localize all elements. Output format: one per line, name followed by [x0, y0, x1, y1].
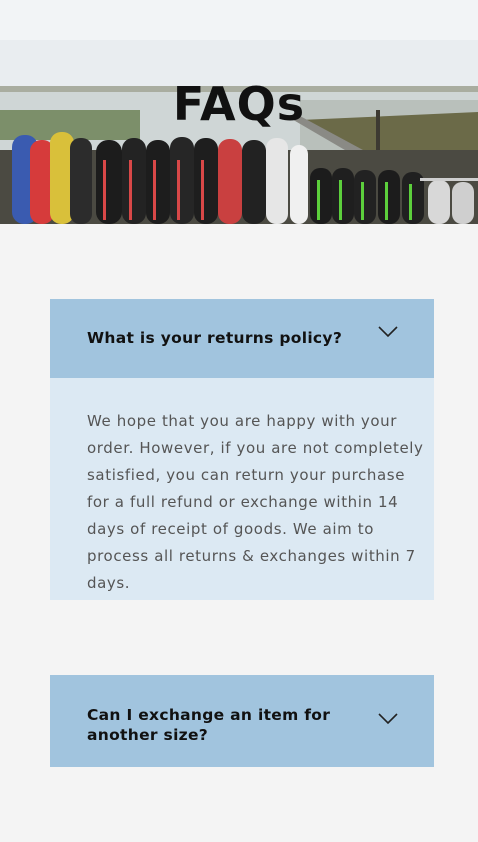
chevron-down-icon[interactable]	[378, 713, 398, 725]
faq-item-returns-policy: What is your returns policy? We hope tha…	[50, 299, 434, 600]
chevron-down-icon[interactable]	[378, 326, 398, 338]
faq-question-toggle[interactable]: Can I exchange an item for another size?	[50, 675, 434, 767]
page-title: FAQs	[172, 77, 306, 131]
faq-answer-text: We hope that you are happy with your ord…	[87, 412, 424, 592]
faq-question-text: What is your returns policy?	[87, 329, 343, 347]
hero-banner: FAQs	[0, 0, 478, 224]
faq-answer-panel: We hope that you are happy with your ord…	[50, 378, 434, 600]
faq-item-exchange-size: Can I exchange an item for another size?	[50, 675, 434, 767]
faq-list: What is your returns policy? We hope tha…	[50, 299, 434, 842]
faq-question-text: Can I exchange an item for another size?	[87, 706, 331, 744]
faq-question-toggle[interactable]: What is your returns policy?	[50, 299, 434, 378]
